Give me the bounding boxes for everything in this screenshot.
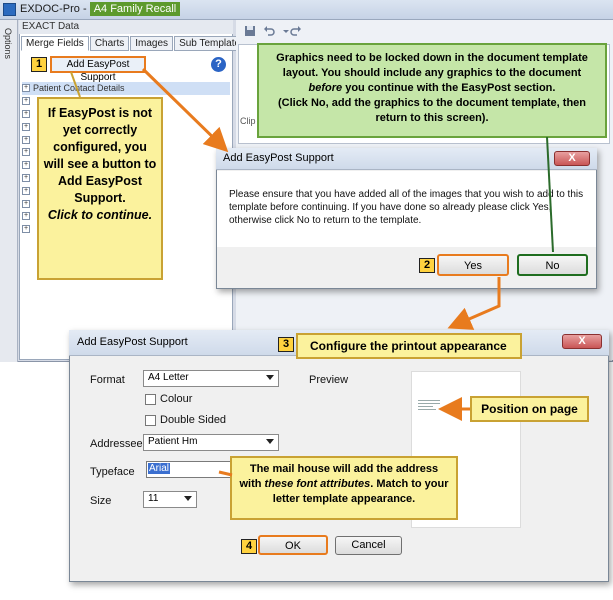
arrow-button-to-dialog [141,67,229,153]
arrow-yes-to-settings [447,277,501,330]
connector-arrows [70,67,554,477]
arrow-callout-to-button [70,71,81,98]
arrow-font-to-typeface [218,470,233,477]
arrow-green-to-no [546,136,554,253]
